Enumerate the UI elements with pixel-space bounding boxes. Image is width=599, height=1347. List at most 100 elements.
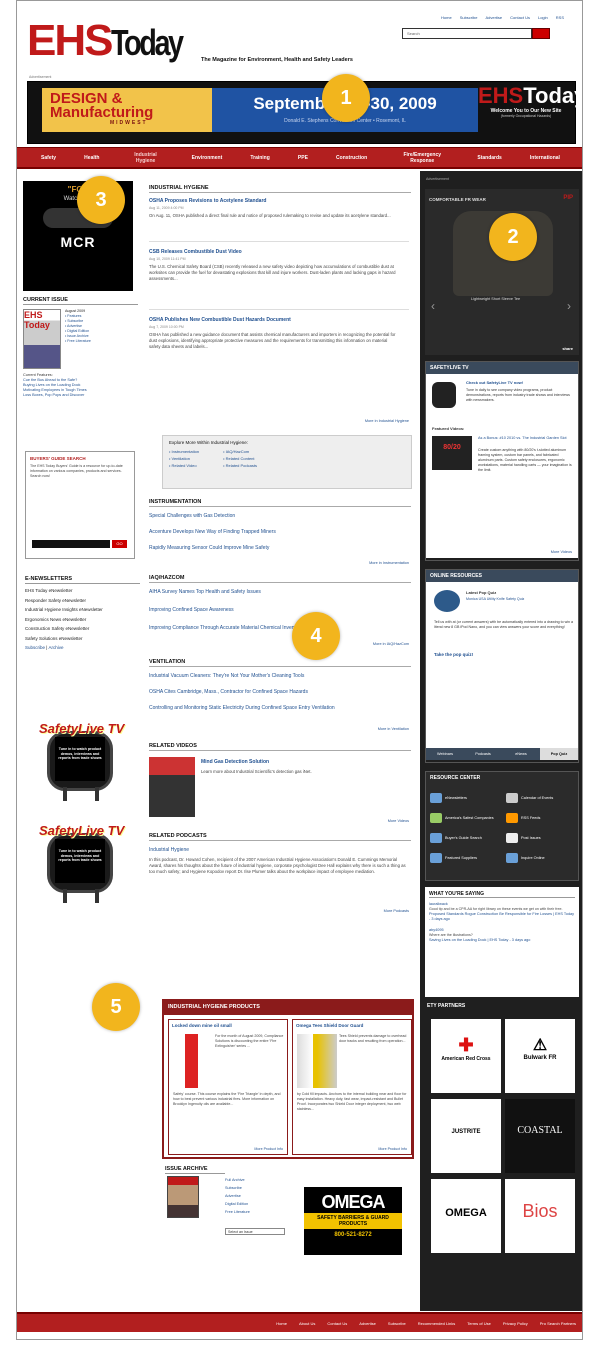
- rc-link[interactable]: Calendar of Events: [521, 796, 553, 800]
- enewsletter-subscribe-link[interactable]: Subscribe: [25, 645, 45, 650]
- partner-logo[interactable]: JUSTRITE: [431, 1099, 501, 1173]
- archive-link[interactable]: Full Archive: [225, 1176, 285, 1184]
- tab-pop-quiz[interactable]: Pop Quiz: [540, 748, 578, 760]
- more-link[interactable]: More in IAQ/HazCom: [149, 642, 409, 646]
- quiz-subtitle[interactable]: Monica USA Utility Knife Safety Quiz: [466, 597, 524, 601]
- more-link[interactable]: More Videos: [149, 819, 409, 823]
- enewsletter-item[interactable]: Industrial Hygiene Insights eNewsletter: [25, 607, 140, 613]
- buyers-guide-input[interactable]: [32, 540, 110, 548]
- fr-wear-ad[interactable]: COMFORTABLE FR WEAR PIP ‹ › Lightweight …: [425, 189, 579, 355]
- product-title[interactable]: Omega Tees Shield Door Guard: [293, 1020, 411, 1031]
- rc-link[interactable]: Post Issues: [521, 836, 541, 840]
- featured-link[interactable]: Buying Lives on the Loading Dock: [23, 383, 80, 387]
- enewsletter-item[interactable]: EHS Today eNewsletter: [25, 588, 140, 594]
- product-card[interactable]: Locked down mine oil small For the month…: [168, 1019, 288, 1155]
- nav-standards[interactable]: Standards: [477, 155, 501, 161]
- enewsletter-item[interactable]: Ergonomics News eNewsletter: [25, 617, 140, 623]
- product-more-link[interactable]: More Product Info: [254, 1147, 283, 1151]
- nav-industrial-hygiene[interactable]: Industrial Hygiene: [128, 152, 164, 164]
- issue-select[interactable]: Select an Issue: [225, 1228, 285, 1235]
- stv-link[interactable]: Check out SafetyLive TV now!: [466, 380, 523, 385]
- nav-safety[interactable]: Safety: [41, 155, 56, 161]
- partner-logo[interactable]: ✚ American Red Cross: [431, 1019, 501, 1093]
- tab-webinars[interactable]: Webinars: [426, 748, 464, 760]
- more-link[interactable]: More in Instrumentation: [149, 561, 409, 565]
- safetylive-tv-ad[interactable]: Tune in to watch product demos, intervie…: [35, 721, 125, 801]
- featured-link[interactable]: Cue the Bus Ahead to the Safe?: [23, 378, 77, 382]
- omega-ad[interactable]: OMEGA SAFETY BARRIERS & GUARD PRODUCTS 8…: [304, 1187, 402, 1255]
- featured-link[interactable]: Motivating Employees in Tough Times: [23, 388, 87, 392]
- article-link[interactable]: AIHA Survey Names Top Health and Safety …: [149, 589, 261, 595]
- rc-link[interactable]: America's Safest Companies: [445, 816, 494, 820]
- enewsletter-item[interactable]: Construction Safety eNewsletter: [25, 626, 140, 632]
- top-link-advertise[interactable]: Advertise: [485, 15, 502, 20]
- nav-fire-emergency[interactable]: Fire/Emergency Response: [395, 152, 449, 164]
- article-link[interactable]: Controlling and Monitoring Static Electr…: [149, 705, 404, 712]
- chevron-left-icon[interactable]: ‹: [431, 299, 435, 313]
- banner-ad[interactable]: DESIGN & Manufacturing MIDWEST September…: [27, 81, 582, 144]
- article-link[interactable]: Special Challenges with Gas Detection: [149, 513, 235, 519]
- footer-link[interactable]: Pro Search Partners: [540, 1321, 576, 1326]
- enewsletter-item[interactable]: Responder Safety eNewsletter: [25, 598, 140, 604]
- article-link[interactable]: Industrial Vacuum Cleaners: They're Not …: [149, 673, 304, 679]
- featured-link[interactable]: Loss Boxes, Pop Pops and Discover: [23, 393, 84, 397]
- archive-link[interactable]: Subscribe: [225, 1184, 285, 1192]
- more-link[interactable]: More in Ventilation: [149, 727, 409, 731]
- safetylive-tv-ad[interactable]: Tune in to watch product demos, intervie…: [35, 823, 125, 903]
- explore-link[interactable]: • Related Video: [169, 462, 199, 469]
- archive-link[interactable]: Free Literature: [225, 1208, 285, 1216]
- partner-logo[interactable]: ⚠ Bulwark FR: [505, 1019, 575, 1093]
- buyers-guide-go-button[interactable]: GO: [112, 540, 127, 548]
- explore-link[interactable]: • Ventilation: [169, 455, 199, 462]
- article-link[interactable]: Improving Compliance Through Accurate Ma…: [149, 625, 303, 631]
- enewsletter-item[interactable]: Safety Solutions eNewsletter: [25, 636, 140, 642]
- article-link[interactable]: Rapidly Measuring Sensor Could Improve M…: [149, 545, 269, 551]
- rc-link[interactable]: eNewsletters: [445, 796, 467, 800]
- take-quiz-link[interactable]: Take the pop quiz!: [434, 652, 473, 657]
- explore-link[interactable]: • Related Podcasts: [223, 462, 257, 469]
- current-issue-cover[interactable]: EHS Today: [23, 309, 61, 369]
- footer-link[interactable]: Home: [276, 1321, 287, 1326]
- rc-link[interactable]: Buyer's Guide Search: [445, 836, 482, 840]
- explore-link[interactable]: • Instrumentation: [169, 448, 199, 455]
- top-link-contact[interactable]: Contact Us: [510, 15, 530, 20]
- top-link-login[interactable]: Login: [538, 15, 548, 20]
- archive-link[interactable]: Advertise: [225, 1192, 285, 1200]
- nav-environment[interactable]: Environment: [192, 155, 223, 161]
- explore-link[interactable]: • Related Content: [223, 455, 257, 462]
- article-title[interactable]: OSHA Publishes New Combustible Dust Haza…: [149, 317, 291, 323]
- archive-link[interactable]: Digital Edition: [225, 1200, 285, 1208]
- more-link[interactable]: More Podcasts: [149, 909, 409, 913]
- site-logo[interactable]: EHSToday: [27, 19, 200, 63]
- comment-article-link[interactable]: Proposed Standards Rogue Construction Be…: [429, 912, 575, 922]
- tab-podcasts[interactable]: Podcasts: [464, 748, 502, 760]
- nav-international[interactable]: International: [530, 155, 560, 161]
- product-title[interactable]: Locked down mine oil small: [169, 1020, 287, 1031]
- nav-construction[interactable]: Construction: [336, 155, 367, 161]
- rc-link[interactable]: RSS Feeds: [521, 816, 540, 820]
- top-link-subscribe[interactable]: Subscribe: [460, 15, 478, 20]
- product-more-link[interactable]: More Product Info: [378, 1147, 407, 1151]
- nav-training[interactable]: Training: [250, 155, 269, 161]
- partner-logo[interactable]: Bios: [505, 1179, 575, 1253]
- video-thumbnail[interactable]: 80/20: [432, 436, 472, 470]
- footer-link[interactable]: Advertise: [359, 1321, 376, 1326]
- search-input[interactable]: Search: [402, 28, 532, 39]
- partner-logo[interactable]: OMEGA: [431, 1179, 501, 1253]
- video-title[interactable]: Mind Gas Detection Solution: [201, 759, 269, 765]
- rc-link[interactable]: Inquire Online: [521, 856, 545, 860]
- chevron-right-icon[interactable]: ›: [567, 299, 571, 313]
- footer-link[interactable]: Subscribe: [388, 1321, 406, 1326]
- article-link[interactable]: Accenture Develops New Way of Finding Tr…: [149, 529, 276, 535]
- footer-link[interactable]: About Us: [299, 1321, 315, 1326]
- article-title[interactable]: CSB Releases Combustible Dust Video: [149, 249, 242, 255]
- article-title[interactable]: OSHA Proposes Revisions to Acetylene Sta…: [149, 198, 266, 204]
- more-link[interactable]: More Videos: [551, 550, 572, 554]
- partner-logo[interactable]: COASTAL: [505, 1099, 575, 1173]
- footer-link[interactable]: Terms of Use: [467, 1321, 491, 1326]
- nav-health[interactable]: Health: [84, 155, 99, 161]
- footer-link[interactable]: Privacy Policy: [503, 1321, 528, 1326]
- comment-article-link[interactable]: Saving Lives on the Loading Dock | EHS T…: [429, 938, 575, 943]
- share-button[interactable]: share: [562, 346, 573, 351]
- nav-ppe[interactable]: PPE: [298, 155, 308, 161]
